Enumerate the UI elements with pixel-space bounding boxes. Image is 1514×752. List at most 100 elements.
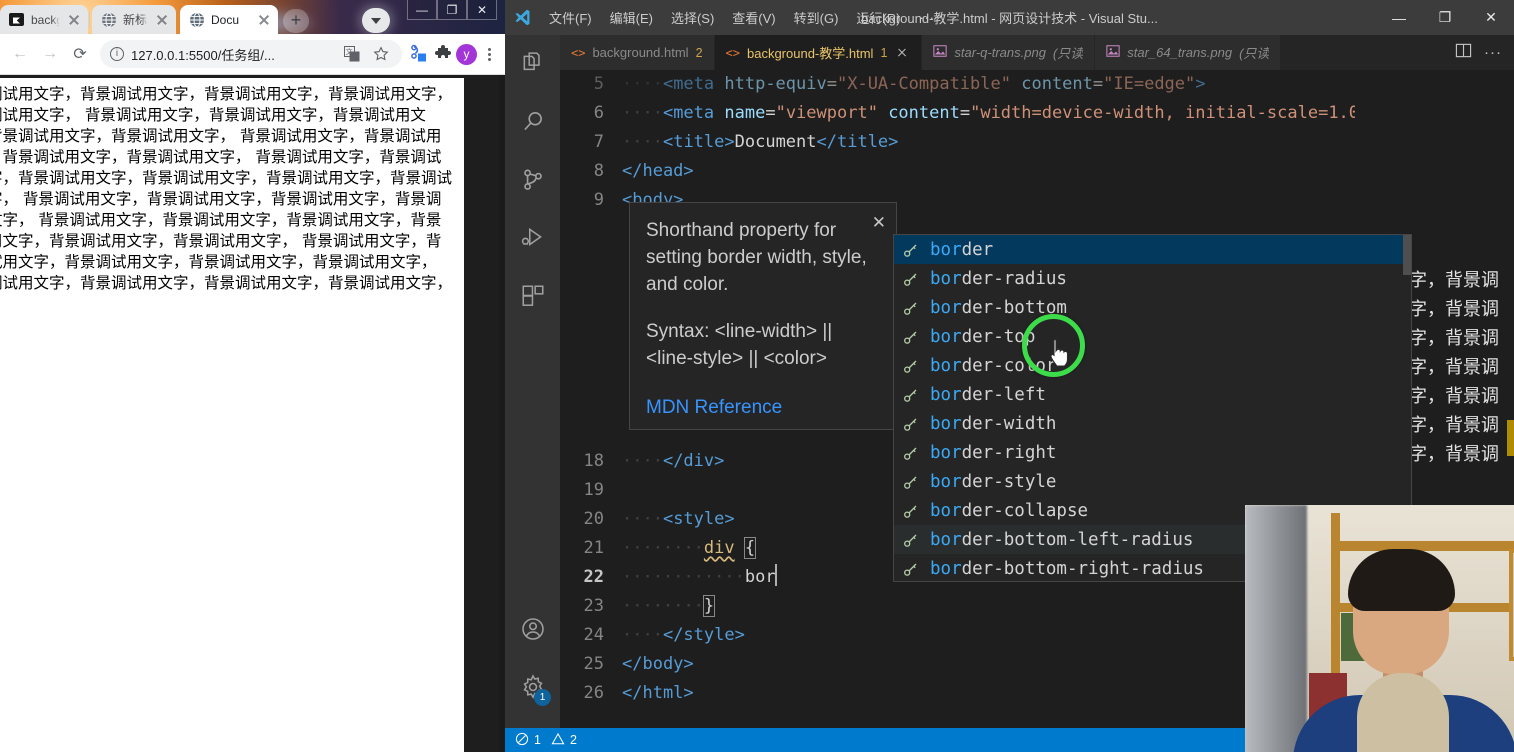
editor-tab-star-q-trans-png[interactable]: star-q-trans.png (只读 — [922, 35, 1096, 70]
suggest-item-border-right[interactable]: border-right — [894, 438, 1411, 467]
suggest-match-prefix: bor — [930, 268, 962, 289]
property-icon — [902, 270, 920, 288]
kebab-menu-icon[interactable] — [479, 47, 499, 61]
menu-view[interactable]: 查看(V) — [723, 0, 784, 35]
editor-more-actions-icon[interactable]: ··· — [1484, 44, 1502, 61]
suggest-rest: der-bottom-right-radius — [961, 558, 1204, 579]
gear-icon[interactable]: 1 — [505, 658, 560, 716]
address-bar[interactable]: i 127.0.0.1:5500/任务组/... 文 — [100, 40, 402, 68]
line-number — [560, 215, 622, 244]
line-number: 9 — [593, 190, 604, 210]
suggest-item-label: border-style — [930, 472, 1056, 492]
puzzle-icon[interactable] — [432, 43, 454, 65]
editor-tab-background-html-label: background.html — [592, 45, 689, 60]
split-editor-icon[interactable] — [1455, 42, 1472, 64]
editor-tabbar: <> background.html 2 <> background-教学.ht… — [560, 35, 1514, 70]
suggest-match-prefix: bor — [930, 239, 962, 260]
browser-tab-2-title: 新标签 — [123, 13, 148, 27]
editor-tab-star-q-trans-png-readonly: (只读 — [1052, 46, 1084, 61]
editor-tab-close-icon[interactable] — [894, 45, 910, 61]
line-number: 19 — [583, 480, 604, 500]
extension-icon[interactable] — [408, 43, 430, 65]
globe-icon — [101, 12, 117, 28]
suggest-scrollbar[interactable] — [1403, 235, 1411, 275]
vscode-maximize-button[interactable]: ❐ — [1422, 0, 1468, 35]
sidebar-item-run-debug[interactable] — [505, 209, 560, 267]
avatar[interactable]: y — [456, 43, 477, 65]
browser-maximize-button[interactable]: ❐ — [437, 0, 467, 20]
sidebar-item-source-control[interactable] — [505, 151, 560, 209]
menu-run[interactable]: 运行(R) — [847, 0, 909, 35]
vscode-window: 文件(F) 编辑(E) 选择(S) 查看(V) 转到(G) 运行(R) ··· … — [505, 0, 1514, 752]
property-icon — [902, 560, 920, 578]
vscode-close-button[interactable]: ✕ — [1468, 0, 1514, 35]
profile-chip[interactable] — [362, 8, 390, 33]
translate-icon[interactable]: 文 — [341, 43, 363, 65]
site-info-icon[interactable]: i — [110, 47, 124, 61]
mdn-reference-link[interactable]: MDN Reference — [646, 394, 880, 421]
suggest-item-border-left[interactable]: border-left — [894, 380, 1411, 409]
bookmark-star-icon[interactable] — [370, 43, 392, 65]
suggest-item-border-color[interactable]: border-color — [894, 351, 1411, 380]
suggest-match-prefix: bor — [930, 326, 962, 347]
secondary-editor-scrollbar[interactable] — [1507, 420, 1514, 456]
address-bar-url: 127.0.0.1:5500/任务组/... — [131, 47, 275, 63]
menu-more[interactable]: ··· — [909, 0, 945, 35]
menu-go[interactable]: 转到(G) — [785, 0, 848, 35]
suggest-item-label: border-right — [930, 443, 1056, 463]
account-icon[interactable] — [505, 600, 560, 658]
line-number: 24 — [583, 625, 604, 645]
suggest-item-border-radius[interactable]: border-radius — [894, 264, 1411, 293]
mouse-pointer-icon — [1047, 335, 1073, 372]
browser-tab-2[interactable]: 新标签 — [92, 5, 176, 34]
browser-minimize-button[interactable]: — — [407, 0, 437, 20]
sidebar-item-extensions[interactable] — [505, 267, 560, 325]
suggest-item-label: border-bottom-left-radius — [930, 530, 1193, 550]
webcam-curtain — [1245, 505, 1307, 752]
editor-tab-star-64-trans-png[interactable]: star_64_trans.png (只读 — [1095, 35, 1282, 70]
browser-close-button[interactable]: ✕ — [467, 0, 497, 20]
suggest-item-label: border-radius — [930, 269, 1067, 289]
back-icon[interactable]: ← — [6, 40, 34, 68]
new-tab-button[interactable]: + — [283, 9, 309, 33]
browser-tab-1[interactable]: backg — [0, 5, 88, 34]
line-number: 21 — [583, 538, 604, 558]
menu-edit[interactable]: 编辑(E) — [601, 0, 662, 35]
image-icon — [933, 44, 948, 61]
reload-icon[interactable]: ⟳ — [66, 40, 94, 68]
suggest-rest: der — [961, 239, 994, 260]
suggest-item-border-top[interactable]: border-top — [894, 322, 1411, 351]
screen-root: backg 新标签 Docu + — ❐ — [0, 0, 1514, 752]
editor-tab-background-jiaoxue-html[interactable]: <> background-教学.html 1 — [714, 35, 923, 70]
browser-tab-2-close-icon[interactable] — [154, 12, 170, 28]
figma-icon — [9, 12, 25, 28]
suggest-item-border-style[interactable]: border-style — [894, 467, 1411, 496]
sidebar-item-search[interactable] — [505, 93, 560, 151]
suggest-item-label: border-bottom-right-radius — [930, 559, 1204, 579]
suggest-item-border-width[interactable]: border-width — [894, 409, 1411, 438]
suggest-item-label: border-left — [930, 385, 1046, 405]
suggest-item-label: border-collapse — [930, 501, 1088, 521]
browser-tab-3-close-icon[interactable] — [256, 12, 272, 28]
menu-selection[interactable]: 选择(S) — [662, 0, 723, 35]
vscode-minimize-button[interactable]: — — [1376, 0, 1422, 35]
suggest-match-prefix: bor — [930, 529, 962, 550]
browser-tab-1-close-icon[interactable] — [66, 12, 82, 28]
page-content: 背景调试用文字，背景调试用文字，背景调试用文字，背景调试用文字，背景调试用文字，… — [0, 78, 464, 752]
close-icon[interactable]: ✕ — [872, 209, 886, 236]
editor-tab-background-jiaoxue-html-label: background-教学.html — [746, 46, 874, 61]
suggest-match-prefix: bor — [930, 413, 962, 434]
forward-icon[interactable]: → — [36, 40, 64, 68]
editor-tab-background-html[interactable]: <> background.html 2 — [560, 35, 715, 70]
activity-bar: 1 — [505, 35, 560, 728]
property-icon — [902, 502, 920, 520]
error-count: 1 — [534, 733, 541, 747]
browser-tab-3[interactable]: Docu — [180, 5, 278, 34]
svg-text:文: 文 — [346, 47, 353, 56]
statusbar-problems[interactable]: 1 2 — [505, 732, 577, 749]
suggest-item-border[interactable]: border — [894, 235, 1411, 264]
sidebar-item-explorer[interactable] — [505, 35, 560, 93]
suggest-item-border-bottom[interactable]: border-bottom — [894, 293, 1411, 322]
property-icon — [902, 386, 920, 404]
menu-file[interactable]: 文件(F) — [540, 0, 601, 35]
